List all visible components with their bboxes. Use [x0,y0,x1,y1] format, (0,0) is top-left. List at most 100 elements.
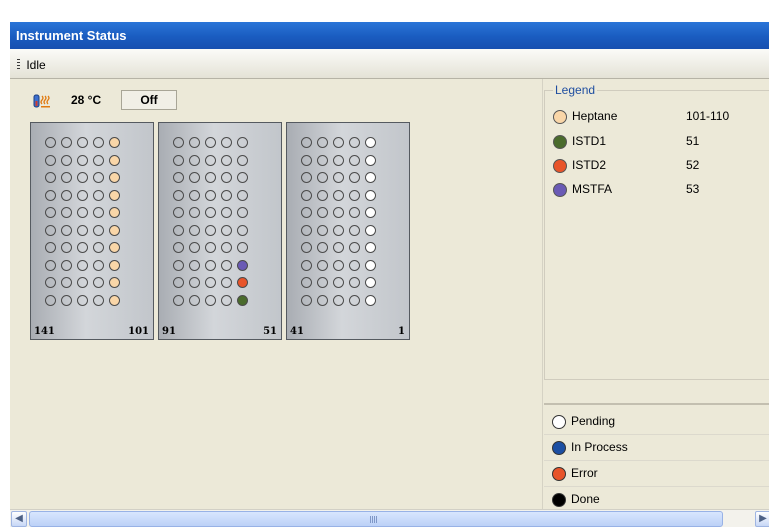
sample-vial[interactable] [205,154,216,166]
sample-vial[interactable] [173,172,184,183]
sample-vial[interactable] [205,224,216,236]
sample-vial[interactable] [365,224,376,236]
sample-vial[interactable] [237,154,248,166]
sample-vial[interactable] [205,259,216,271]
sample-vial[interactable] [205,207,216,218]
sample-vial[interactable] [45,277,56,288]
sample-vial[interactable] [61,154,72,166]
sample-vial[interactable] [189,154,200,166]
sample-vial[interactable] [189,172,200,183]
sample-vial[interactable] [237,259,248,271]
sample-vial[interactable] [333,242,344,253]
sample-vial[interactable] [109,207,120,218]
sample-vial[interactable] [237,207,248,218]
sample-vial[interactable] [77,172,88,183]
sample-vial[interactable] [173,277,184,288]
sample-vial[interactable] [61,189,72,201]
sample-vial[interactable] [221,189,232,201]
scroll-left-icon[interactable]: ◀ [11,511,27,527]
sample-vial[interactable] [109,294,120,306]
sample-vial[interactable] [77,277,88,288]
sample-vial[interactable] [221,259,232,271]
sample-vial[interactable] [45,189,56,201]
sample-vial[interactable] [221,294,232,306]
sample-vial[interactable] [61,277,72,288]
sample-vial[interactable] [173,207,184,218]
sample-vial[interactable] [333,277,344,288]
sample-vial[interactable] [301,277,312,288]
sample-vial[interactable] [77,259,88,271]
sample-vial[interactable] [317,189,328,201]
sample-vial[interactable] [45,294,56,306]
sample-vial[interactable] [93,189,104,201]
sample-vial[interactable] [173,224,184,236]
sample-vial[interactable] [317,172,328,183]
sample-vial[interactable] [77,154,88,166]
sample-vial[interactable] [61,172,72,183]
sample-vial[interactable] [301,224,312,236]
sample-vial[interactable] [189,189,200,201]
sample-vial[interactable] [109,189,120,201]
sample-vial[interactable] [93,242,104,253]
sample-vial[interactable] [61,259,72,271]
sample-vial[interactable] [301,154,312,166]
sample-vial[interactable] [317,242,328,253]
sample-vial[interactable] [317,207,328,218]
sample-vial[interactable] [45,259,56,271]
sample-vial[interactable] [317,259,328,271]
sample-vial[interactable] [237,242,248,253]
sample-vial[interactable] [205,189,216,201]
sample-vial[interactable] [365,137,376,148]
sample-vial[interactable] [221,137,232,148]
sample-vial[interactable] [109,242,120,253]
sample-vial[interactable] [237,294,248,306]
sample-vial[interactable] [173,137,184,148]
sample-vial[interactable] [109,172,120,183]
sample-vial[interactable] [109,259,120,271]
sample-vial[interactable] [349,224,360,236]
sample-vial[interactable] [317,294,328,306]
sample-vial[interactable] [349,277,360,288]
sample-vial[interactable] [93,154,104,166]
sample-vial[interactable] [93,137,104,148]
sample-vial[interactable] [317,154,328,166]
sample-vial[interactable] [317,277,328,288]
scrollbar-thumb[interactable] [29,511,723,527]
sample-vial[interactable] [45,154,56,166]
sample-vial[interactable] [237,224,248,236]
sample-vial[interactable] [93,259,104,271]
sample-vial[interactable] [349,259,360,271]
sample-vial[interactable] [109,224,120,236]
sample-vial[interactable] [173,154,184,166]
sample-vial[interactable] [221,224,232,236]
sample-vial[interactable] [349,207,360,218]
sample-vial[interactable] [173,294,184,306]
sample-vial[interactable] [45,224,56,236]
sample-vial[interactable] [61,242,72,253]
sample-vial[interactable] [93,277,104,288]
sample-vial[interactable] [189,137,200,148]
toolbar-grip-icon[interactable] [17,58,20,71]
sample-vial[interactable] [61,224,72,236]
sample-vial[interactable] [93,172,104,183]
sample-vial[interactable] [365,277,376,288]
sample-vial[interactable] [349,137,360,148]
sample-vial[interactable] [109,154,120,166]
sample-vial[interactable] [221,242,232,253]
sample-vial[interactable] [333,189,344,201]
sample-vial[interactable] [349,242,360,253]
sample-vial[interactable] [93,224,104,236]
sample-vial[interactable] [365,259,376,271]
sample-vial[interactable] [301,242,312,253]
sample-vial[interactable] [93,294,104,306]
sample-vial[interactable] [221,277,232,288]
sample-vial[interactable] [77,224,88,236]
sample-vial[interactable] [173,189,184,201]
sample-vial[interactable] [333,294,344,306]
sample-vial[interactable] [221,172,232,183]
sample-vial[interactable] [301,259,312,271]
sample-vial[interactable] [301,189,312,201]
sample-vial[interactable] [77,294,88,306]
sample-vial[interactable] [205,277,216,288]
sample-vial[interactable] [45,207,56,218]
